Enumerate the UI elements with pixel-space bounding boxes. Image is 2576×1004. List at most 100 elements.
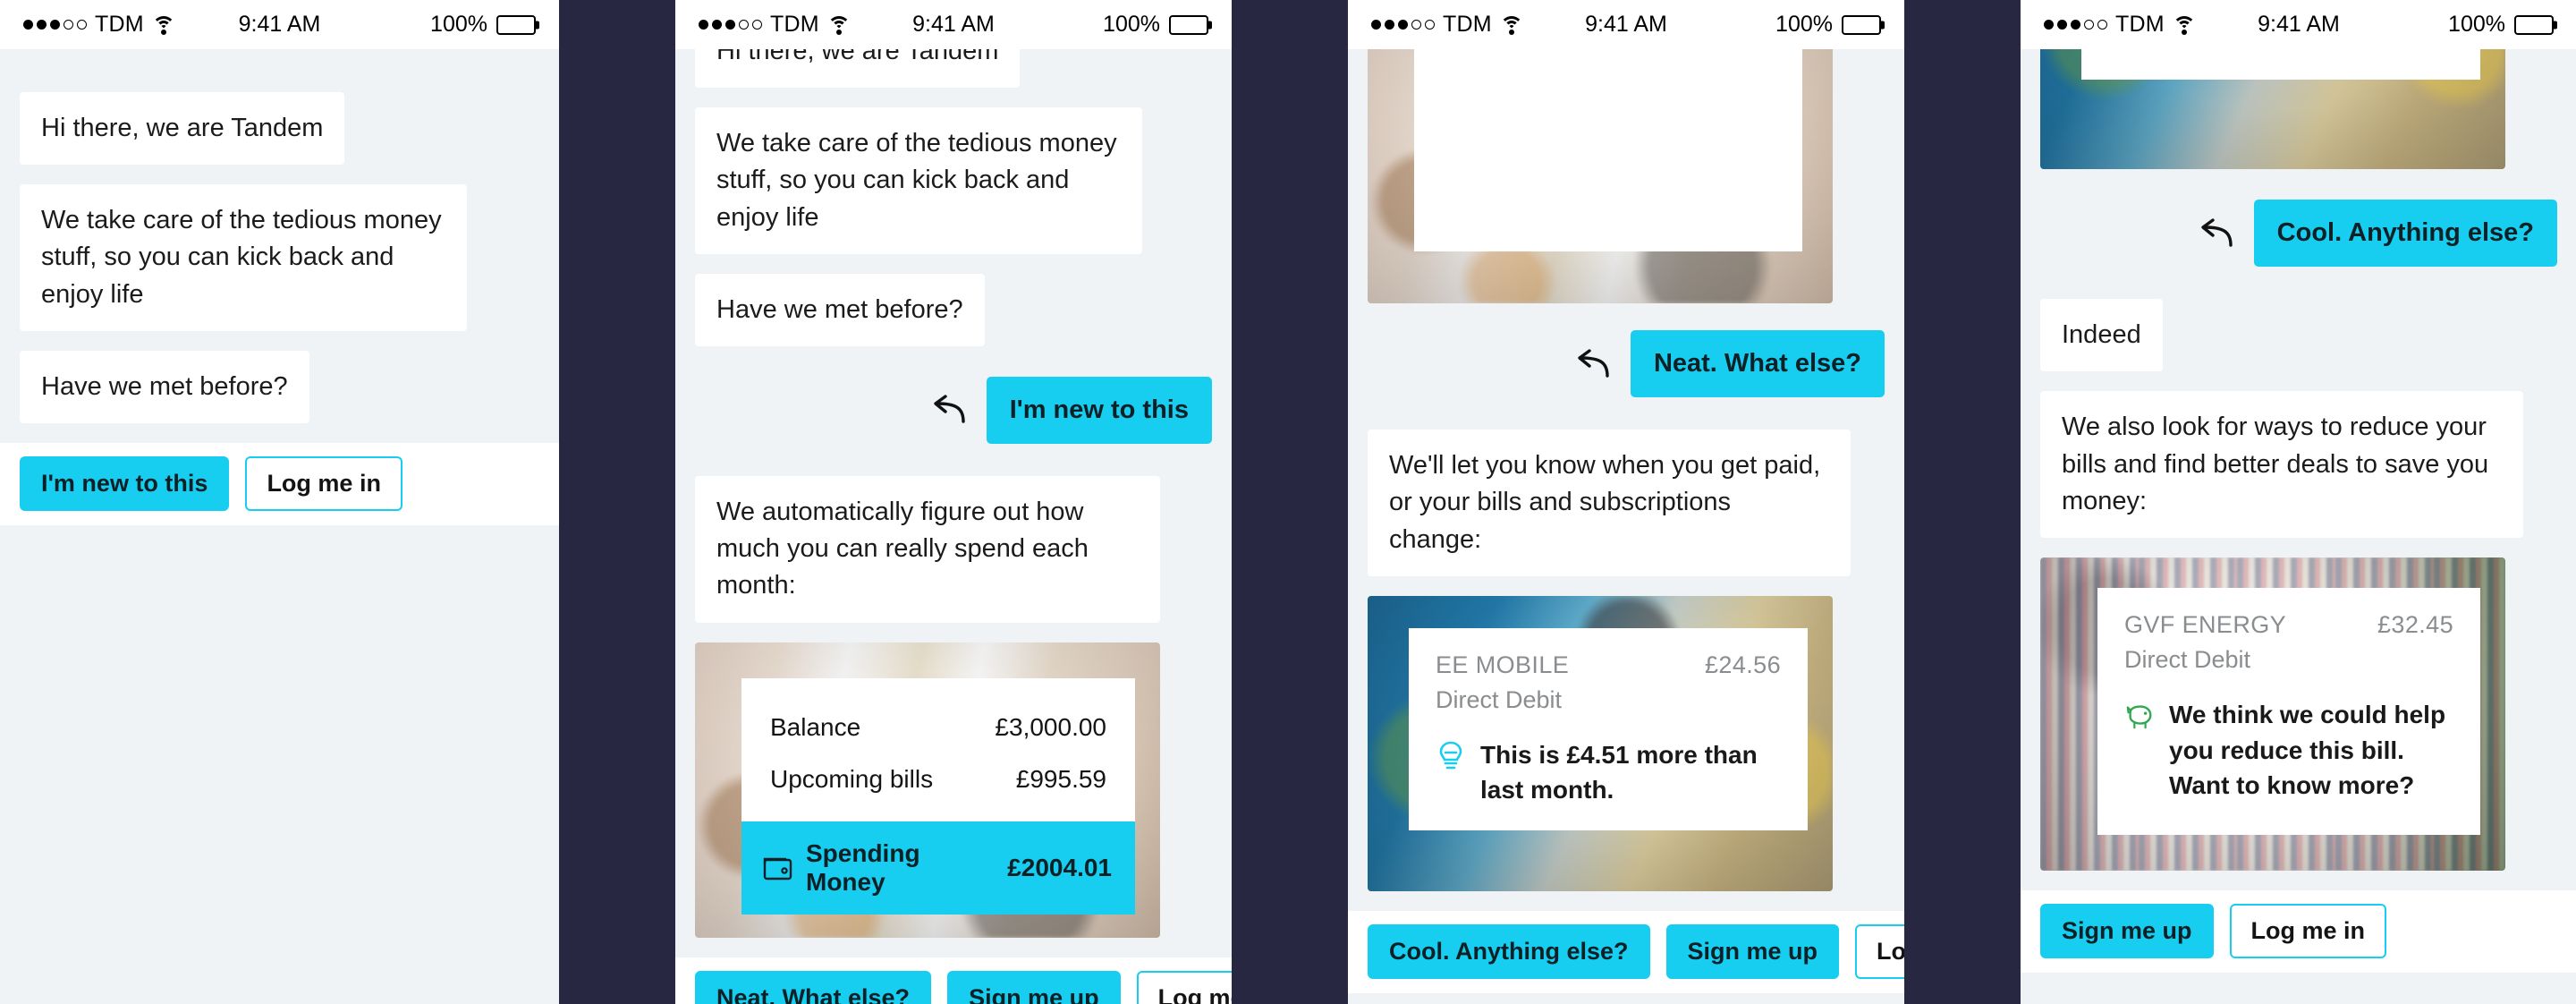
signal-strength-icon <box>699 20 762 30</box>
signal-strength-icon <box>2044 20 2107 30</box>
balance-rows: Balance £3,000.00 Upcoming bills £995.59 <box>741 678 1135 821</box>
message-row: We also look for ways to reduce your bil… <box>2040 391 2557 538</box>
status-bar-right: 100% <box>430 12 536 38</box>
message-row: EE MOBILE £24.56 Direct Debit This is £4… <box>1368 595 1885 891</box>
battery-full-icon <box>1842 14 1881 35</box>
message-row: We'll let you know when you get paid, or… <box>1368 430 1885 576</box>
phone-panel-1: TDM 9:41 AM 100% Hi there, we are Tandem… <box>0 0 559 1004</box>
message-row: Have we met before? <box>20 350 539 423</box>
bill-insight: This is £4.51 more than last month. <box>1409 714 1808 832</box>
payment-method: Direct Debit <box>2124 645 2251 673</box>
bill-overlay: GVF ENERGY £32.45 Direct Debit We think … <box>2097 587 2480 835</box>
message-row: Analysing bank accounts... <box>1368 49 1885 303</box>
chat-scroll-area[interactable]: This is £4.51 more than last month. Cool… <box>2021 49 2576 890</box>
quick-reply-sign-me-up[interactable]: Sign me up <box>1665 924 1840 980</box>
message-row: Indeed <box>2040 299 2557 372</box>
loading-overlay <box>1414 49 1802 251</box>
reply-arrow-icon <box>2200 217 2233 247</box>
status-bar-left: TDM <box>1371 12 1524 38</box>
battery-percent-label: 100% <box>2448 12 2505 37</box>
street-photo: This is £4.51 more than last month. <box>2040 49 2505 169</box>
bot-message-bubble: We'll let you know when you get paid, or… <box>1368 430 1851 576</box>
battery-full-icon <box>2514 14 2554 35</box>
wallet-icon <box>763 857 792 880</box>
chat-scroll-area[interactable]: Hi there, we are Tandem We take care of … <box>675 49 1232 957</box>
message-list: Hi there, we are Tandem We take care of … <box>695 49 1212 938</box>
quick-reply-bar: Cool. Anything else? Sign me up Log me i… <box>1348 910 1904 993</box>
bill-header: GVF ENERGY £32.45 <box>2097 588 2480 639</box>
balance-value: £3,000.00 <box>995 712 1106 741</box>
panel-divider <box>559 0 675 1004</box>
status-bar-left: TDM <box>699 12 852 38</box>
bill-overlay: This is £4.51 more than last month. <box>2081 49 2480 80</box>
shelf-photo: GVF ENERGY £32.45 Direct Debit We think … <box>2040 557 2505 871</box>
upcoming-bills-label: Upcoming bills <box>770 764 934 793</box>
quick-reply-im-new-to-this[interactable]: I'm new to this <box>20 456 230 512</box>
signal-strength-icon <box>1371 20 1435 30</box>
quick-reply-log-me-in[interactable]: Log me in <box>2229 904 2387 959</box>
street-photo: EE MOBILE £24.56 Direct Debit This is £4… <box>1368 595 1833 891</box>
quick-reply-cool-anything-else[interactable]: Cool. Anything else? <box>1368 924 1650 980</box>
wifi-icon <box>152 15 176 35</box>
quick-reply-sign-me-up[interactable]: Sign me up <box>2040 904 2214 959</box>
loading-card[interactable]: Analysing bank accounts... <box>1368 49 1833 303</box>
chat-scroll-area[interactable]: Hi there, we are Tandem We take care of … <box>0 49 559 443</box>
desk-photo: Balance £3,000.00 Upcoming bills £995.59 <box>695 642 1160 938</box>
wifi-icon <box>2173 15 2197 35</box>
battery-percent-label: 100% <box>1103 12 1160 37</box>
message-row: Have we met before? <box>695 273 1212 346</box>
bot-message-bubble: Have we met before? <box>20 350 309 423</box>
message-list: This is £4.51 more than last month. Cool… <box>2040 49 2557 871</box>
bot-message-bubble: We take care of the tedious money stuff,… <box>695 107 1142 254</box>
signal-strength-icon <box>23 20 87 30</box>
phone-panel-3: TDM 9:41 AM 100% Analysing bank accounts… <box>1348 0 1904 1004</box>
bill-amount: £24.56 <box>1705 651 1781 678</box>
status-bar: TDM 9:41 AM 100% <box>0 0 559 49</box>
desk-photo: Analysing bank accounts... <box>1368 49 1833 303</box>
quick-reply-log-me-in[interactable]: Log me in <box>1855 924 1904 980</box>
reply-arrow-icon <box>934 395 965 424</box>
carrier-label: TDM <box>2115 12 2165 37</box>
message-row: Hi there, we are Tandem <box>695 49 1212 89</box>
merchant-name: EE MOBILE <box>1436 651 1570 678</box>
panel-divider <box>1232 0 1348 1004</box>
spending-money-value: £2004.01 <box>1007 853 1112 881</box>
bot-message-bubble: Hi there, we are Tandem <box>20 92 345 166</box>
bill-card[interactable]: GVF ENERGY £32.45 Direct Debit We think … <box>2040 557 2505 871</box>
message-row: Hi there, we are Tandem <box>20 92 539 166</box>
status-bar-right: 100% <box>1775 12 1881 38</box>
spending-money-label: Spending Money <box>806 838 920 896</box>
bill-card[interactable]: EE MOBILE £24.56 Direct Debit This is £4… <box>1368 595 1833 891</box>
balance-label: Balance <box>770 712 861 741</box>
balance-row: Balance £3,000.00 <box>770 702 1106 753</box>
message-row: We take care of the tedious money stuff,… <box>20 184 539 331</box>
quick-reply-neat-what-else[interactable]: Neat. What else? <box>695 971 932 1004</box>
status-bar-left: TDM <box>2044 12 2197 38</box>
bot-message-bubble: Indeed <box>2040 299 2163 372</box>
lightbulb-icon <box>1439 741 1462 769</box>
bill-card-clipped[interactable]: This is £4.51 more than last month. <box>2040 49 2505 169</box>
quick-reply-log-me-in[interactable]: Log me in <box>1136 971 1232 1004</box>
status-bar-right: 100% <box>1103 12 1208 38</box>
quick-reply-bar: Sign me up Log me in <box>2021 889 2576 973</box>
balance-card[interactable]: Balance £3,000.00 Upcoming bills £995.59 <box>695 642 1160 938</box>
balance-overlay: Balance £3,000.00 Upcoming bills £995.59 <box>741 677 1135 915</box>
quick-reply-log-me-in[interactable]: Log me in <box>245 456 402 512</box>
battery-full-icon <box>1169 14 1208 35</box>
message-row: We take care of the tedious money stuff,… <box>695 107 1212 254</box>
bill-insight-text: This is £4.51 more than last month. <box>1480 740 1758 804</box>
carrier-label: TDM <box>770 12 819 37</box>
chat-scroll-area[interactable]: Analysing bank accounts... Neat. What el… <box>1348 49 1904 911</box>
wifi-icon <box>1500 15 1524 35</box>
user-message-bubble: I'm new to this <box>986 376 1212 445</box>
bill-overlay: EE MOBILE £24.56 Direct Debit This is £4… <box>1409 627 1808 832</box>
quick-reply-bar: I'm new to this Log me in <box>0 442 559 525</box>
quick-reply-sign-me-up[interactable]: Sign me up <box>947 971 1121 1004</box>
status-bar-right: 100% <box>2448 12 2554 38</box>
bot-message-bubble: We automatically figure out how much you… <box>695 476 1160 623</box>
phone-panel-4: TDM 9:41 AM 100% Cool. Anything else? In… <box>2021 0 2576 1004</box>
battery-full-icon <box>496 14 536 35</box>
message-row: This is £4.51 more than last month. <box>2040 49 2557 169</box>
spending-money-strip: Spending Money £2004.01 <box>741 821 1135 915</box>
reply-arrow-icon <box>1578 348 1609 378</box>
